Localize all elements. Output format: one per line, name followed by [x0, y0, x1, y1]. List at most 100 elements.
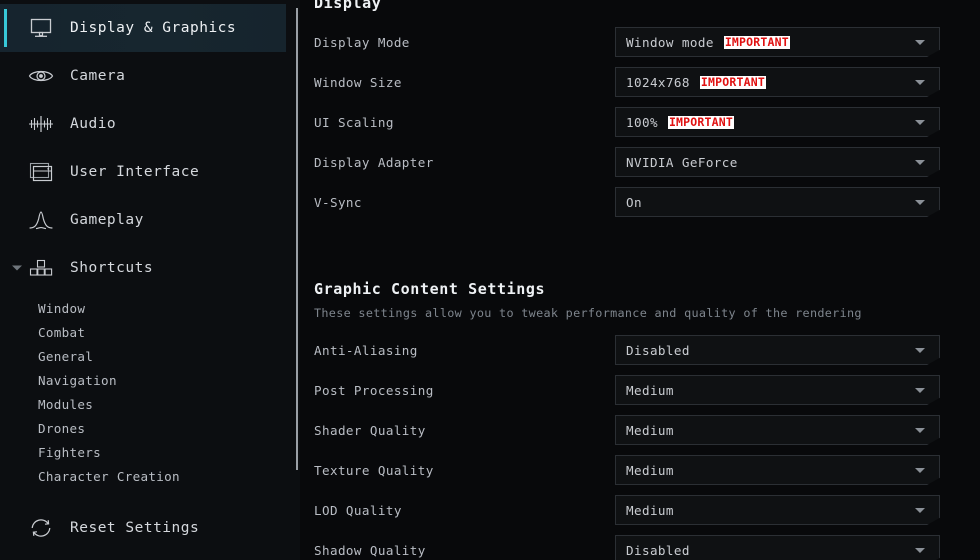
dropdown-value: Window mode	[626, 34, 714, 50]
chevron-down-icon[interactable]	[915, 388, 925, 393]
dropdown-value: 100%	[626, 114, 658, 130]
sidebar-subitem-label: Drones	[38, 420, 86, 436]
graphic-section-title: Graphic Content Settings	[314, 280, 546, 298]
display-section: Display Display Mode Window mode IMPORTA…	[300, 0, 980, 222]
dropdown-value: 1024x768	[626, 74, 690, 90]
chevron-down-icon[interactable]	[915, 508, 925, 513]
setting-row-shadow-quality: Shadow Quality Disabled	[300, 530, 980, 560]
setting-label: Shader Quality	[314, 422, 426, 438]
sidebar-subitem-label: Fighters	[38, 444, 102, 460]
setting-label: Display Adapter	[314, 154, 434, 170]
sidebar-item-user-interface[interactable]: User Interface	[0, 148, 300, 196]
sidebar-subitem-fighters[interactable]: Fighters	[0, 440, 300, 464]
sidebar-subitem-general[interactable]: General	[0, 344, 300, 368]
display-adapter-dropdown[interactable]: NVIDIA GeForce	[615, 147, 940, 177]
chevron-down-icon[interactable]	[12, 265, 22, 271]
shadow-quality-dropdown[interactable]: Disabled	[615, 535, 940, 560]
reset-settings-button[interactable]: Reset Settings	[0, 506, 300, 550]
sidebar-subitem-label: Window	[38, 300, 86, 316]
display-settings-list: Display Mode Window mode IMPORTANT Windo…	[300, 22, 980, 222]
setting-label: Anti-Aliasing	[314, 342, 418, 358]
dropdown-value: Medium	[626, 502, 674, 518]
chevron-down-icon[interactable]	[915, 468, 925, 473]
sidebar-subitem-label: General	[38, 348, 94, 364]
refresh-circle-icon	[28, 516, 54, 540]
sidebar-item-label: Audio	[70, 116, 117, 132]
chevron-down-icon[interactable]	[915, 548, 925, 553]
sidebar-subitem-combat[interactable]: Combat	[0, 320, 300, 344]
sidebar-item-display-graphics[interactable]: Display & Graphics	[0, 4, 286, 52]
dropdown-value: Medium	[626, 422, 674, 438]
important-badge: IMPORTANT	[699, 74, 766, 89]
setting-label: Window Size	[314, 74, 402, 90]
setting-label: Shadow Quality	[314, 542, 426, 558]
sidebar-subitem-window[interactable]: Window	[0, 296, 300, 320]
shortcuts-sublist: Window Combat General Navigation Modules…	[0, 296, 300, 488]
chevron-down-icon[interactable]	[915, 80, 925, 85]
dropdown-value: NVIDIA GeForce	[626, 154, 738, 170]
window-size-dropdown[interactable]: 1024x768 IMPORTANT	[615, 67, 940, 97]
setting-label: LOD Quality	[314, 502, 402, 518]
dropdown-value: On	[626, 194, 642, 210]
shader-quality-dropdown[interactable]: Medium	[615, 415, 940, 445]
setting-row-shader-quality: Shader Quality Medium	[300, 410, 980, 450]
anti-aliasing-dropdown[interactable]: Disabled	[615, 335, 940, 365]
audio-waveform-icon	[28, 111, 54, 137]
display-mode-dropdown[interactable]: Window mode IMPORTANT	[615, 27, 940, 57]
settings-sidebar: Display & Graphics Camera Audio User Int…	[0, 0, 300, 560]
chevron-down-icon[interactable]	[915, 200, 925, 205]
sidebar-item-audio[interactable]: Audio	[0, 100, 300, 148]
graphic-content-section: Graphic Content Settings These settings …	[300, 280, 980, 560]
sidebar-item-gameplay[interactable]: Gameplay	[0, 196, 300, 244]
dropdown-value: Medium	[626, 382, 674, 398]
ui-scaling-dropdown[interactable]: 100% IMPORTANT	[615, 107, 940, 137]
setting-row-anti-aliasing: Anti-Aliasing Disabled	[300, 330, 980, 370]
setting-label: Display Mode	[314, 34, 410, 50]
sidebar-item-label: Display & Graphics	[70, 20, 237, 36]
sidebar-subitem-label: Character Creation	[38, 468, 180, 484]
eye-icon	[28, 63, 54, 89]
important-badge: IMPORTANT	[723, 34, 790, 49]
spike-curve-icon	[28, 207, 54, 233]
dropdown-value: Medium	[626, 462, 674, 478]
chevron-down-icon[interactable]	[915, 160, 925, 165]
reset-settings-label: Reset Settings	[70, 520, 200, 536]
chevron-down-icon[interactable]	[915, 348, 925, 353]
setting-label: UI Scaling	[314, 114, 394, 130]
important-badge: IMPORTANT	[667, 114, 735, 129]
graphic-settings-list: Anti-Aliasing Disabled Post Processing M…	[300, 330, 980, 560]
setting-row-ui-scaling: UI Scaling 100% IMPORTANT	[300, 102, 980, 142]
sidebar-subitem-drones[interactable]: Drones	[0, 416, 300, 440]
sidebar-scrollbar[interactable]	[296, 8, 298, 470]
texture-quality-dropdown[interactable]: Medium	[615, 455, 940, 485]
display-section-title: Display	[314, 0, 382, 12]
setting-row-display-adapter: Display Adapter NVIDIA GeForce	[300, 142, 980, 182]
sidebar-item-label: User Interface	[70, 164, 200, 180]
sidebar-subitem-modules[interactable]: Modules	[0, 392, 300, 416]
dropdown-value: Disabled	[626, 542, 690, 558]
sidebar-item-label: Gameplay	[70, 212, 144, 228]
sidebar-item-camera[interactable]: Camera	[0, 52, 300, 100]
chevron-down-icon[interactable]	[915, 428, 925, 433]
sidebar-subitem-character-creation[interactable]: Character Creation	[0, 464, 300, 488]
settings-content-panel: Display Display Mode Window mode IMPORTA…	[300, 0, 980, 560]
vsync-dropdown[interactable]: On	[615, 187, 940, 217]
chevron-down-icon[interactable]	[915, 120, 925, 125]
grid-blocks-icon	[28, 255, 54, 281]
sidebar-subitem-navigation[interactable]: Navigation	[0, 368, 300, 392]
setting-row-window-size: Window Size 1024x768 IMPORTANT	[300, 62, 980, 102]
post-processing-dropdown[interactable]: Medium	[615, 375, 940, 405]
settings-window: Display & Graphics Camera Audio User Int…	[0, 0, 980, 560]
monitor-icon	[28, 15, 54, 41]
chevron-down-icon[interactable]	[915, 40, 925, 45]
sidebar-subitem-label: Combat	[38, 324, 86, 340]
setting-label: Texture Quality	[314, 462, 434, 478]
dropdown-value: Disabled	[626, 342, 690, 358]
lod-quality-dropdown[interactable]: Medium	[615, 495, 940, 525]
setting-row-post-processing: Post Processing Medium	[300, 370, 980, 410]
sidebar-item-shortcuts[interactable]: Shortcuts	[0, 244, 300, 292]
setting-row-vsync: V-Sync On	[300, 182, 980, 222]
setting-label: Post Processing	[314, 382, 434, 398]
graphic-section-subtitle: These settings allow you to tweak perfor…	[314, 306, 862, 320]
